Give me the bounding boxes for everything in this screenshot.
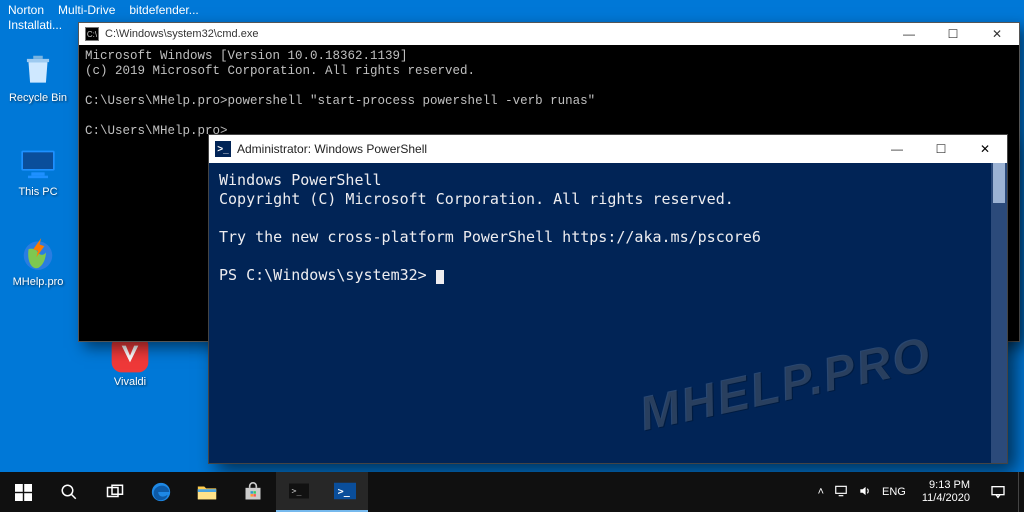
ps-prompt: PS C:\Windows\system32> — [219, 266, 436, 284]
task-view-button[interactable] — [92, 472, 138, 512]
ps-line: Windows PowerShell — [219, 171, 382, 189]
close-button[interactable]: ✕ — [963, 135, 1007, 163]
cmd-line: C:\Users\MHelp.pro>powershell "start-pro… — [85, 94, 595, 108]
maximize-button[interactable]: ☐ — [931, 23, 975, 45]
cmd-line: (c) 2019 Microsoft Corporation. All righ… — [85, 64, 475, 78]
svg-text:>_: >_ — [338, 487, 351, 498]
globe-icon — [18, 234, 58, 274]
desktop-icon-recycle-bin[interactable]: Recycle Bin — [4, 50, 72, 104]
ps-line: Copyright (C) Microsoft Corporation. All… — [219, 190, 734, 208]
task-norton-line2: Installati... — [8, 18, 62, 32]
tray-language[interactable]: ENG — [882, 486, 906, 498]
close-button[interactable]: ✕ — [975, 23, 1019, 45]
open-windows-strip: Norton Multi-Drive bitdefender... — [0, 0, 1024, 20]
taskbar-app-edge[interactable] — [138, 472, 184, 512]
desktop-label: MHelp.pro — [13, 276, 64, 288]
show-desktop-button[interactable] — [1018, 472, 1024, 512]
powershell-titlebar[interactable]: >_ Administrator: Windows PowerShell — ☐… — [209, 135, 1007, 163]
maximize-button[interactable]: ☐ — [919, 135, 963, 163]
task-norton[interactable]: Norton — [8, 3, 44, 17]
cmd-titlebar[interactable]: C:\ C:\Windows\system32\cmd.exe — ☐ ✕ — [79, 23, 1019, 45]
scrollbar-thumb[interactable] — [993, 163, 1005, 203]
cmd-prompt: C:\Users\MHelp.pro> — [85, 124, 228, 138]
search-button[interactable] — [46, 472, 92, 512]
desktop-label: Recycle Bin — [9, 92, 67, 104]
recycle-bin-icon — [18, 50, 58, 90]
task-multidrive[interactable]: Multi-Drive — [58, 3, 115, 17]
clock-time: 9:13 PM — [922, 479, 970, 492]
svg-text:>_: >_ — [292, 486, 303, 496]
powershell-title-text: Administrator: Windows PowerShell — [237, 142, 427, 156]
taskbar-app-store[interactable] — [230, 472, 276, 512]
ps-line: Try the new cross-platform PowerShell ht… — [219, 228, 761, 246]
desktop-label: Vivaldi — [114, 376, 146, 388]
start-button[interactable] — [0, 472, 46, 512]
task-bitdefender[interactable]: bitdefender... — [129, 3, 198, 17]
desktop-icon-vivaldi[interactable]: Vivaldi — [96, 334, 164, 388]
clock-date: 11/4/2020 — [922, 492, 970, 505]
action-center-button[interactable] — [978, 472, 1018, 512]
scrollbar[interactable] — [991, 163, 1007, 463]
cmd-title-text: C:\Windows\system32\cmd.exe — [105, 28, 258, 40]
taskbar-app-cmd[interactable]: >_ — [276, 472, 322, 512]
tray-chevron-up-icon[interactable]: ˄ — [818, 486, 824, 498]
taskbar: >_ >_ ˄ ENG 9:13 PM 11/4/2020 — [0, 472, 1024, 512]
cmd-line: Microsoft Windows [Version 10.0.18362.11… — [85, 49, 408, 63]
minimize-button[interactable]: — — [875, 135, 919, 163]
tray-network-icon[interactable] — [834, 484, 848, 501]
system-tray[interactable]: ˄ ENG — [810, 484, 914, 501]
powershell-body[interactable]: Windows PowerShell Copyright (C) Microso… — [209, 163, 1007, 463]
desktop-label: This PC — [18, 186, 57, 198]
desktop-icon-mhelp[interactable]: MHelp.pro — [4, 234, 72, 288]
minimize-button[interactable]: — — [887, 23, 931, 45]
desktop-icon-this-pc[interactable]: This PC — [4, 144, 72, 198]
taskbar-app-explorer[interactable] — [184, 472, 230, 512]
tray-volume-icon[interactable] — [858, 484, 872, 501]
cursor-icon — [436, 270, 444, 284]
powershell-window[interactable]: >_ Administrator: Windows PowerShell — ☐… — [208, 134, 1008, 464]
this-pc-icon — [18, 144, 58, 184]
cmd-body[interactable]: Microsoft Windows [Version 10.0.18362.11… — [79, 45, 1019, 143]
taskbar-app-powershell[interactable]: >_ — [322, 472, 368, 512]
cmd-icon: C:\ — [85, 27, 99, 41]
powershell-icon: >_ — [215, 141, 231, 157]
taskbar-clock[interactable]: 9:13 PM 11/4/2020 — [914, 479, 978, 505]
